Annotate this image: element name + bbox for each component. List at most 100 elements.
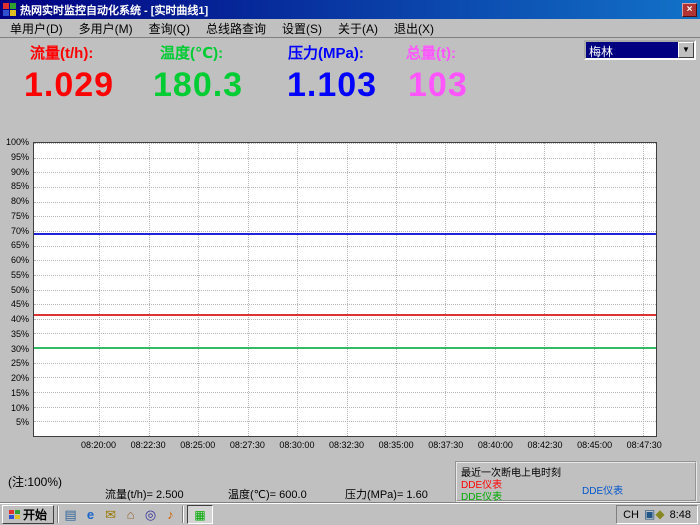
x-tick-label: 08:37:30: [428, 440, 463, 450]
h-gridline: [34, 216, 656, 217]
app-task-icon: ▦: [194, 508, 205, 522]
app-task-button[interactable]: ▦: [187, 505, 213, 524]
flow-label: 流量(t/h):: [30, 42, 93, 63]
menu-settings[interactable]: 设置(S): [274, 18, 330, 39]
chevron-down-icon[interactable]: ▼: [678, 42, 694, 58]
y-tick-label: 40%: [11, 314, 29, 324]
volume-tray-icon[interactable]: ◆: [655, 507, 664, 521]
temp-fullscale-reading: 温度(℃)= 600.0: [228, 486, 307, 502]
h-gridline: [34, 260, 656, 261]
station-combobox[interactable]: 梅林 ▼: [584, 40, 696, 60]
media-player-icon[interactable]: ♪: [162, 506, 179, 523]
trend-chart-plot: [33, 142, 657, 437]
h-gridline: [34, 407, 656, 408]
h-gridline: [34, 158, 656, 159]
show-desktop-icon[interactable]: ▤: [62, 506, 79, 523]
h-gridline: [34, 363, 656, 364]
h-gridline: [34, 392, 656, 393]
menu-bus-line-query[interactable]: 总线路查询: [198, 18, 274, 39]
temp-label: 温度(℃):: [160, 42, 223, 63]
flow-value: 1.029: [24, 66, 114, 105]
x-tick-label: 08:40:00: [478, 440, 513, 450]
series-line-pressure: [34, 233, 656, 235]
pressure-label: 压力(MPa):: [288, 42, 364, 63]
y-tick-label: 65%: [11, 240, 29, 250]
h-gridline: [34, 143, 656, 144]
language-indicator[interactable]: CH: [623, 509, 639, 521]
y-tick-label: 20%: [11, 373, 29, 383]
y-tick-label: 55%: [11, 270, 29, 280]
v-gridline: [99, 143, 100, 436]
scale-note: (注:100%): [8, 473, 62, 490]
menu-query[interactable]: 查询(Q): [141, 18, 198, 39]
y-tick-label: 95%: [11, 152, 29, 162]
y-tick-label: 35%: [11, 329, 29, 339]
v-gridline: [396, 143, 397, 436]
v-gridline: [347, 143, 348, 436]
menu-about[interactable]: 关于(A): [330, 18, 386, 39]
menu-single-user[interactable]: 单用户(D): [2, 18, 71, 39]
station-selected-value[interactable]: 梅林: [586, 42, 678, 58]
search-icon[interactable]: ◎: [142, 506, 159, 523]
x-tick-label: 08:47:30: [627, 440, 662, 450]
y-tick-label: 90%: [11, 167, 29, 177]
h-gridline: [34, 421, 656, 422]
h-gridline: [34, 231, 656, 232]
y-tick-label: 70%: [11, 226, 29, 236]
x-tick-label: 08:32:30: [329, 440, 364, 450]
y-tick-label: 80%: [11, 196, 29, 206]
v-gridline: [198, 143, 199, 436]
menu-multi-user[interactable]: 多用户(M): [71, 18, 141, 39]
close-icon[interactable]: ×: [682, 3, 697, 17]
h-gridline: [34, 290, 656, 291]
window-title: 热网实时监控自动化系统 - [实时曲线1]: [20, 2, 678, 18]
pressure-fullscale-reading: 压力(MPa)= 1.60: [345, 486, 428, 502]
windows-logo-icon: [9, 510, 20, 519]
temp-value: 180.3: [153, 66, 243, 105]
monitor-tray-icon[interactable]: ▣: [644, 507, 655, 521]
total-label: 总量(t):: [406, 42, 456, 63]
x-tick-label: 08:42:30: [527, 440, 562, 450]
dde-meter-green: DDE仪表: [461, 488, 502, 503]
y-tick-label: 50%: [11, 285, 29, 295]
start-button[interactable]: 开始: [2, 505, 54, 524]
h-gridline: [34, 377, 656, 378]
quick-launch-bar: ▤e✉⌂◎♪: [62, 506, 179, 523]
taskbar: 开始 ▤e✉⌂◎♪ ▦ CH ▣◆ 8:48: [0, 503, 700, 525]
h-gridline: [34, 246, 656, 247]
x-axis: 08:20:0008:22:3008:25:0008:27:3008:30:00…: [33, 440, 657, 452]
taskbar-divider: [57, 506, 59, 523]
y-axis: 100%95%90%85%80%75%70%65%60%55%50%45%40%…: [0, 142, 31, 437]
app-window: 热网实时监控自动化系统 - [实时曲线1] × 单用户(D) 多用户(M) 查询…: [0, 0, 700, 525]
x-tick-label: 08:27:30: [230, 440, 265, 450]
v-gridline: [643, 143, 644, 436]
clock[interactable]: 8:48: [670, 509, 691, 521]
v-gridline: [445, 143, 446, 436]
y-tick-label: 45%: [11, 299, 29, 309]
outlook-icon[interactable]: ✉: [102, 506, 119, 523]
flow-fullscale-reading: 流量(t/h)= 2.500: [105, 486, 184, 502]
taskbar-divider: [182, 506, 184, 523]
x-tick-label: 08:22:30: [131, 440, 166, 450]
h-gridline: [34, 333, 656, 334]
x-tick-label: 08:25:00: [180, 440, 215, 450]
folder-icon[interactable]: ⌂: [122, 506, 139, 523]
x-tick-label: 08:35:00: [379, 440, 414, 450]
power-event-panel: 最近一次断电上电时刻 DDE仪表 DDE仪表 DDE仪表: [455, 461, 697, 502]
start-label: 开始: [23, 506, 47, 523]
h-gridline: [34, 319, 656, 320]
y-tick-label: 25%: [11, 358, 29, 368]
y-tick-label: 5%: [16, 417, 29, 427]
v-gridline: [495, 143, 496, 436]
v-gridline: [544, 143, 545, 436]
y-tick-label: 60%: [11, 255, 29, 265]
system-tray: CH ▣◆ 8:48: [616, 505, 698, 524]
h-gridline: [34, 202, 656, 203]
menu-exit[interactable]: 退出(X): [386, 18, 442, 39]
h-gridline: [34, 172, 656, 173]
v-gridline: [149, 143, 150, 436]
y-tick-label: 75%: [11, 211, 29, 221]
v-gridline: [297, 143, 298, 436]
internet-explorer-icon[interactable]: e: [82, 506, 99, 523]
dde-meter-blue: DDE仪表: [582, 482, 623, 497]
